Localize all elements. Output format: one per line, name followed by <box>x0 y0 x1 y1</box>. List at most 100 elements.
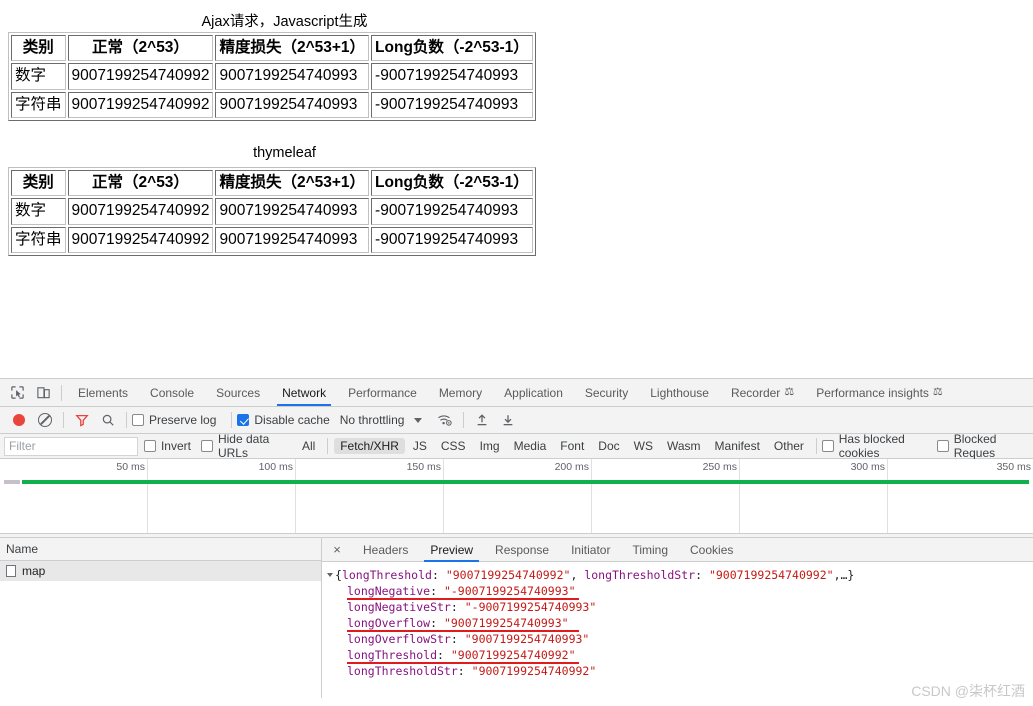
toolbar-divider <box>463 412 465 428</box>
json-entry-longThreshold[interactable]: longThreshold: "9007199254740992" <box>328 647 1033 664</box>
device-toolbar-icon[interactable] <box>30 381 56 405</box>
detail-tab-timing[interactable]: Timing <box>621 538 679 562</box>
json-suffix: ,…} <box>833 568 855 582</box>
throttling-dropdown[interactable]: No throttling <box>340 413 423 427</box>
expand-triangle-icon[interactable] <box>327 573 333 577</box>
json-value: "9007199254740993" <box>443 616 569 630</box>
json-entry-longNegative[interactable]: longNegative: "-9007199254740993" <box>328 583 1033 600</box>
network-filter-bar: Filter Invert Hide data URLs All Fetch/X… <box>0 432 1033 460</box>
json-brace: { <box>335 568 342 582</box>
table-cell: -9007199254740993 <box>371 226 533 254</box>
table-cell: 字符串 <box>11 226 66 254</box>
table-caption-thymeleaf: thymeleaf <box>253 145 316 161</box>
json-colon: : <box>430 584 444 598</box>
json-entry-longNegativeStr[interactable]: longNegativeStr: "-9007199254740993" <box>328 599 1033 615</box>
json-entry-longOverflowStr[interactable]: longOverflowStr: "9007199254740993" <box>328 631 1033 647</box>
filter-toggle-button[interactable] <box>69 408 95 432</box>
json-colon: : <box>457 664 472 678</box>
filter-type-doc[interactable]: Doc <box>592 438 625 454</box>
filter-type-wasm[interactable]: Wasm <box>661 438 707 454</box>
tab-network[interactable]: Network <box>271 379 337 406</box>
search-button[interactable] <box>95 408 121 432</box>
tab-recorder[interactable]: Recorder ⚖ <box>720 379 805 406</box>
table-header-cell: 类别 <box>11 170 66 197</box>
invert-checkbox[interactable]: Invert <box>143 439 191 453</box>
experiment-flask-icon: ⚖ <box>784 386 795 398</box>
table-cell: -9007199254740993 <box>371 198 533 225</box>
table-cell: 数字 <box>11 198 66 225</box>
table-header-cell: 正常（2^53） <box>67 170 214 197</box>
filter-type-img[interactable]: Img <box>474 438 506 454</box>
throttling-label: No throttling <box>339 413 405 427</box>
import-har-button[interactable] <box>469 408 495 432</box>
json-preview-viewer[interactable]: {longThreshold: "9007199254740992", long… <box>322 562 1033 698</box>
table-caption-ajax: Ajax请求，Javascript生成 <box>201 14 368 30</box>
tab-security[interactable]: Security <box>574 379 639 406</box>
tab-label: Lighthouse <box>650 385 709 400</box>
tab-label: Performance <box>348 385 417 400</box>
detail-tab-preview[interactable]: Preview <box>419 538 484 562</box>
tab-console[interactable]: Console <box>139 379 205 406</box>
filter-type-all[interactable]: All <box>296 438 321 454</box>
network-toolbar: Preserve log Disable cache No throttling <box>0 407 1033 434</box>
detail-tab-cookies[interactable]: Cookies <box>679 538 744 562</box>
json-entry-longOverflow[interactable]: longOverflow: "9007199254740993" <box>328 615 1033 632</box>
table-cell: 9007199254740992 <box>67 198 214 225</box>
filter-input[interactable]: Filter <box>4 436 138 456</box>
table-cell: 9007199254740993 <box>215 226 370 254</box>
record-icon <box>13 414 25 426</box>
table-cell: 9007199254740993 <box>215 63 370 90</box>
request-list-header[interactable]: Name <box>0 538 321 561</box>
tab-performance-insights[interactable]: Performance insights ⚖ <box>805 379 954 406</box>
filter-type-ws[interactable]: WS <box>628 438 659 454</box>
tab-application[interactable]: Application <box>493 379 574 406</box>
export-har-button[interactable] <box>495 408 521 432</box>
request-row-map[interactable]: map <box>0 561 321 581</box>
filter-type-media[interactable]: Media <box>508 438 553 454</box>
filter-type-manifest[interactable]: Manifest <box>709 438 766 454</box>
results-table-thymeleaf: 类别 正常（2^53） 精度损失（2^53+1） Long负数（-2^53-1）… <box>8 167 536 257</box>
export-har-icon <box>504 415 513 426</box>
tab-label: Performance insights <box>816 385 929 400</box>
tab-memory[interactable]: Memory <box>428 379 493 406</box>
toolbar-divider <box>63 412 64 428</box>
disable-cache-checkbox[interactable]: Disable cache <box>237 413 330 427</box>
filter-type-js[interactable]: JS <box>407 438 433 454</box>
request-details-tabstrip: × Headers Preview Response Initiator Tim… <box>322 538 1033 562</box>
filter-type-css[interactable]: CSS <box>435 438 472 454</box>
filter-type-other[interactable]: Other <box>768 438 810 454</box>
json-value: "9007199254740992" <box>708 568 834 582</box>
timeline-tick-label: 250 ms <box>702 461 737 473</box>
tab-lighthouse[interactable]: Lighthouse <box>639 379 720 406</box>
network-conditions-button[interactable] <box>432 408 458 432</box>
tab-sources[interactable]: Sources <box>205 379 271 406</box>
json-value: "9007199254740992" <box>471 664 597 678</box>
json-entry-longThresholdStr[interactable]: longThresholdStr: "9007199254740992" <box>328 663 1033 679</box>
has-blocked-cookies-checkbox[interactable]: Has blocked cookies <box>821 432 927 460</box>
toolbar-divider <box>327 438 329 454</box>
timeline-tick-label: 350 ms <box>996 461 1031 473</box>
tab-elements[interactable]: Elements <box>67 379 139 406</box>
checkbox-box <box>936 440 949 452</box>
blocked-requests-checkbox[interactable]: Blocked Reques <box>936 432 1023 460</box>
inspect-element-icon[interactable] <box>4 381 30 405</box>
json-summary-line[interactable]: {longThreshold: "9007199254740992", long… <box>327 567 1033 583</box>
clear-button[interactable] <box>32 408 58 432</box>
detail-tab-response[interactable]: Response <box>484 538 560 562</box>
filter-type-fetch-xhr[interactable]: Fetch/XHR <box>334 438 405 454</box>
json-key: longNegative <box>347 584 431 598</box>
tab-performance[interactable]: Performance <box>337 379 428 406</box>
detail-tab-headers[interactable]: Headers <box>352 538 419 562</box>
preserve-log-checkbox[interactable]: Preserve log <box>132 413 216 427</box>
hide-data-urls-checkbox[interactable]: Hide data URLs <box>200 432 285 460</box>
filter-type-font[interactable]: Font <box>554 438 590 454</box>
network-body: Name map × Headers Preview Response Init… <box>0 538 1033 698</box>
table-cell: 9007199254740992 <box>67 91 214 119</box>
record-button[interactable] <box>6 408 32 432</box>
checkbox-box <box>132 414 144 426</box>
network-overview[interactable]: 50 ms 100 ms 150 ms 200 ms 250 ms 300 ms… <box>0 459 1033 534</box>
detail-tab-initiator[interactable]: Initiator <box>560 538 621 562</box>
disable-cache-label: Disable cache <box>254 413 330 427</box>
devtools-tabstrip: Elements Console Sources Network Perform… <box>0 379 1033 407</box>
close-icon[interactable]: × <box>328 541 346 559</box>
